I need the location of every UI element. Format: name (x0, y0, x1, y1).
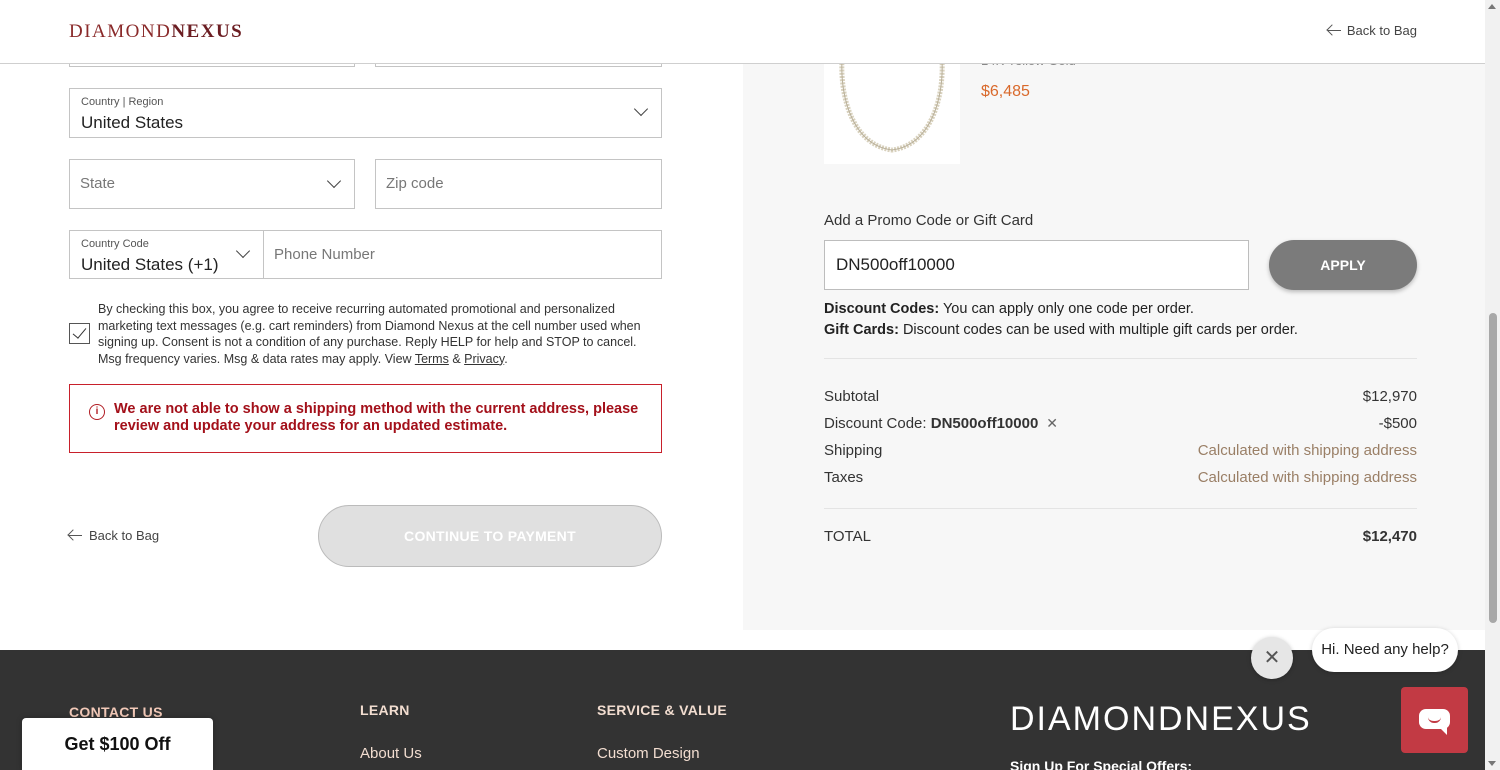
subtotal-row: Subtotal $12,970 (824, 388, 1417, 405)
arrow-left-icon (1327, 30, 1341, 31)
total-row: TOTAL $12,470 (824, 528, 1417, 545)
chat-icon (1419, 709, 1450, 735)
scroll-down-icon[interactable] (1488, 761, 1496, 766)
footer-signup-heading: Sign Up For Special Offers: (1010, 758, 1193, 770)
divider (824, 508, 1417, 509)
scroll-thumb[interactable] (1489, 313, 1497, 623)
zip-code-input[interactable]: Zip code (375, 159, 662, 209)
footer-heading-learn: LEARN (360, 702, 410, 718)
site-logo[interactable]: DIAMONDNEXUS (69, 21, 243, 43)
phone-number-input[interactable]: Phone Number (263, 230, 662, 279)
product-price: $6,485 (981, 83, 1030, 100)
privacy-link[interactable]: Privacy (464, 352, 504, 366)
back-to-bag-link[interactable]: Back to Bag (69, 528, 159, 543)
scroll-up-icon[interactable] (1488, 4, 1496, 9)
chat-launcher-button[interactable] (1401, 687, 1468, 753)
chevron-down-icon (326, 173, 342, 189)
discount-code: DN500off10000 (930, 415, 1039, 432)
promo-code-input[interactable]: DN500off10000 (824, 240, 1249, 290)
site-header: DIAMONDNEXUS Back to Bag (0, 0, 1485, 64)
shipping-row: Shipping Calculated with shipping addres… (824, 442, 1417, 459)
footer-link-about-us[interactable]: About Us (360, 745, 422, 762)
terms-link[interactable]: Terms (415, 352, 449, 366)
country-region-select[interactable]: Country | Region United States (69, 88, 662, 138)
divider (824, 358, 1417, 359)
state-select[interactable]: State (69, 159, 355, 209)
promo-notes: Discount Codes: You can apply only one c… (824, 301, 1298, 338)
back-to-bag-link-top[interactable]: Back to Bag (1327, 23, 1417, 38)
sms-consent-text: By checking this box, you agree to recei… (98, 302, 641, 366)
chevron-down-icon (235, 243, 251, 259)
close-help-button[interactable]: ✕ (1251, 637, 1293, 679)
discount-row: Discount Code: DN500off10000 ✕ -$500 (824, 415, 1417, 432)
shipping-error-alert: i We are not able to show a shipping met… (69, 384, 662, 453)
footer-heading-service: SERVICE & VALUE (597, 702, 728, 718)
footer-logo[interactable]: DIAMONDNEXUS (1010, 700, 1312, 739)
promo-label: Add a Promo Code or Gift Card (824, 212, 1034, 229)
get-offer-tab[interactable]: Get $100 Off (22, 718, 213, 770)
arrow-left-icon (69, 535, 82, 536)
country-code-select[interactable]: Country Code United States (+1) (69, 230, 264, 279)
footer-link-custom-design[interactable]: Custom Design (597, 745, 700, 762)
page-scrollbar[interactable] (1485, 0, 1500, 770)
chevron-down-icon (633, 101, 649, 117)
apply-promo-button[interactable]: APPLY (1269, 240, 1417, 290)
error-message: We are not able to show a shipping metho… (114, 401, 639, 434)
continue-to-payment-button[interactable]: CONTINUE TO PAYMENT (318, 505, 662, 567)
help-bubble[interactable]: Hi. Need any help? (1312, 628, 1458, 672)
taxes-row: Taxes Calculated with shipping address (824, 469, 1417, 486)
sms-consent-checkbox[interactable] (69, 323, 90, 344)
info-icon: i (89, 404, 105, 420)
remove-discount-icon[interactable]: ✕ (1046, 415, 1058, 432)
